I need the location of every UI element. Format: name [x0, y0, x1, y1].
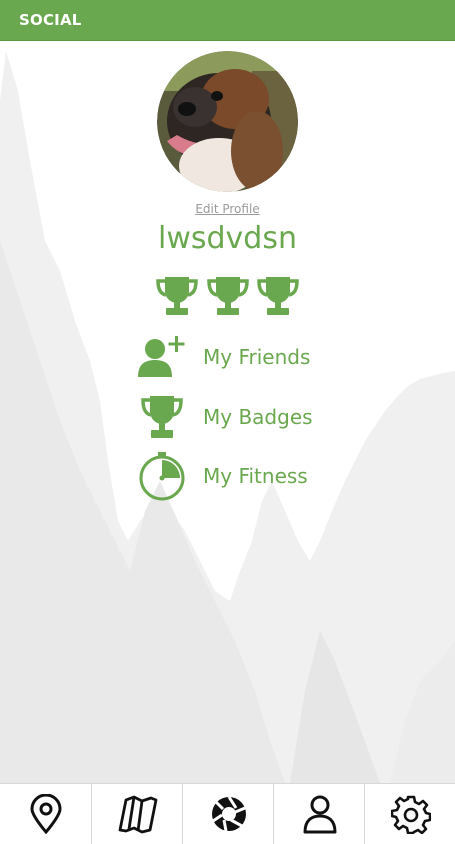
tab-activity[interactable]: [182, 784, 274, 844]
edit-profile-link[interactable]: Edit Profile: [0, 202, 455, 216]
app-header: SOCIAL: [0, 0, 455, 41]
menu-item-my-fitness[interactable]: My Fitness: [135, 452, 335, 502]
bottom-tab-bar: [0, 783, 455, 844]
profile-avatar[interactable]: [157, 51, 298, 192]
trophy-row: [155, 273, 301, 319]
menu-label-my-friends: My Friends: [203, 345, 311, 369]
tab-map[interactable]: [91, 784, 183, 844]
trophy-icon: [156, 277, 198, 315]
profile-icon: [303, 795, 336, 834]
aperture-icon: [211, 796, 246, 832]
trophy-icon: [207, 277, 249, 315]
menu-item-my-badges[interactable]: My Badges: [135, 393, 335, 443]
map-icon: [118, 795, 157, 834]
tab-profile[interactable]: [273, 784, 365, 844]
menu-item-my-friends[interactable]: My Friends: [135, 333, 335, 383]
tab-settings[interactable]: [364, 784, 455, 844]
username: lwsdvdsn: [158, 221, 297, 256]
trophy-icon: [141, 396, 183, 438]
trophy-icon: [257, 277, 299, 315]
menu-label-my-badges: My Badges: [203, 405, 313, 429]
stopwatch-icon: [139, 452, 185, 501]
add-friend-icon: [138, 336, 185, 377]
header-title: SOCIAL: [19, 11, 82, 29]
settings-gear-icon: [390, 795, 431, 834]
tab-location[interactable]: [0, 784, 91, 844]
location-pin-icon: [29, 794, 62, 834]
menu-label-my-fitness: My Fitness: [203, 464, 308, 488]
